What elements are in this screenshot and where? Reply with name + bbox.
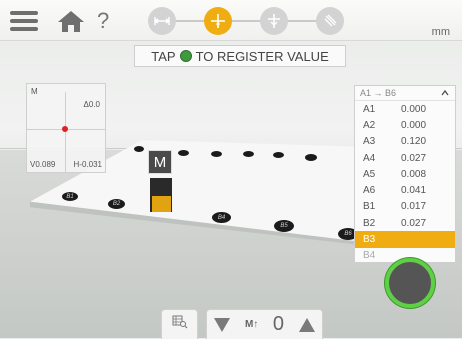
step-measure[interactable] <box>204 7 232 35</box>
list-item[interactable]: B1 0.017 <box>355 199 455 215</box>
scene-dot-b1: B1 <box>62 192 78 201</box>
scene-dot <box>211 151 222 157</box>
step-report[interactable] <box>316 7 344 35</box>
menu-icon[interactable] <box>10 11 38 31</box>
target-panel: M Δ0.0 V0.089 H-0.031 <box>26 83 106 173</box>
mt-label: M↑ <box>244 319 259 330</box>
arrow-up-icon[interactable] <box>298 317 315 332</box>
step-progress <box>148 7 344 35</box>
chevron-up-icon[interactable] <box>441 88 449 98</box>
home-icon[interactable] <box>56 9 86 38</box>
measuring-unit-tag: M <box>148 150 172 174</box>
register-button[interactable] <box>385 258 435 308</box>
zoom-table-icon <box>172 315 188 334</box>
target-label: M <box>31 87 38 96</box>
target-point <box>62 126 68 132</box>
step-adjust[interactable] <box>260 7 288 35</box>
unit-label: mm <box>431 26 450 38</box>
target-h-value: H-0.031 <box>73 160 102 169</box>
instruction-text-1: TAP <box>151 48 176 64</box>
list-item-selected[interactable]: B3 <box>355 231 455 248</box>
scene-dot <box>273 152 284 158</box>
scene-dot <box>305 154 317 161</box>
list-item[interactable]: A6 0.041 <box>355 182 455 198</box>
target-v-value: V0.089 <box>30 160 56 169</box>
list-header[interactable]: A1 → B6 <box>355 86 455 101</box>
measuring-unit-base <box>152 196 171 212</box>
scene-dot-b4: B4 <box>212 212 231 223</box>
list-item[interactable]: A1 0.000 <box>355 101 455 117</box>
scene-dot-b2: B2 <box>108 199 125 209</box>
scene-dot <box>134 146 144 152</box>
list-header-label: A1 → B6 <box>360 88 397 98</box>
zoom-button[interactable] <box>161 309 198 339</box>
counter-value: 0 <box>272 313 285 335</box>
top-bar: ? mm <box>0 0 462 41</box>
list-item[interactable]: A3 0.120 <box>355 134 455 150</box>
register-indicator-icon <box>179 50 192 62</box>
scene-dot <box>243 151 254 157</box>
target-angle: Δ0.0 <box>83 100 100 109</box>
help-icon[interactable]: ? <box>97 8 109 34</box>
step-distance[interactable] <box>148 7 176 35</box>
list-item[interactable]: A4 0.027 <box>355 150 455 166</box>
measurement-list: A1 → B6 A1 0.000 A2 0.000 A3 0.120 A4 0.027 … <box>354 85 456 263</box>
instruction-banner: TAP TO REGISTER VALUE <box>134 45 346 67</box>
scene-dot <box>178 150 189 156</box>
list-item[interactable]: B2 0.027 <box>355 215 455 231</box>
measure-navigation: M↑ 0 <box>206 309 323 339</box>
arrow-down-icon[interactable] <box>214 317 231 332</box>
list-item[interactable]: A2 0.000 <box>355 117 455 133</box>
scene-dot-b5: B5 <box>274 220 294 232</box>
instruction-text-2: TO REGISTER VALUE <box>195 48 329 64</box>
list-item[interactable]: A5 0.008 <box>355 166 455 182</box>
